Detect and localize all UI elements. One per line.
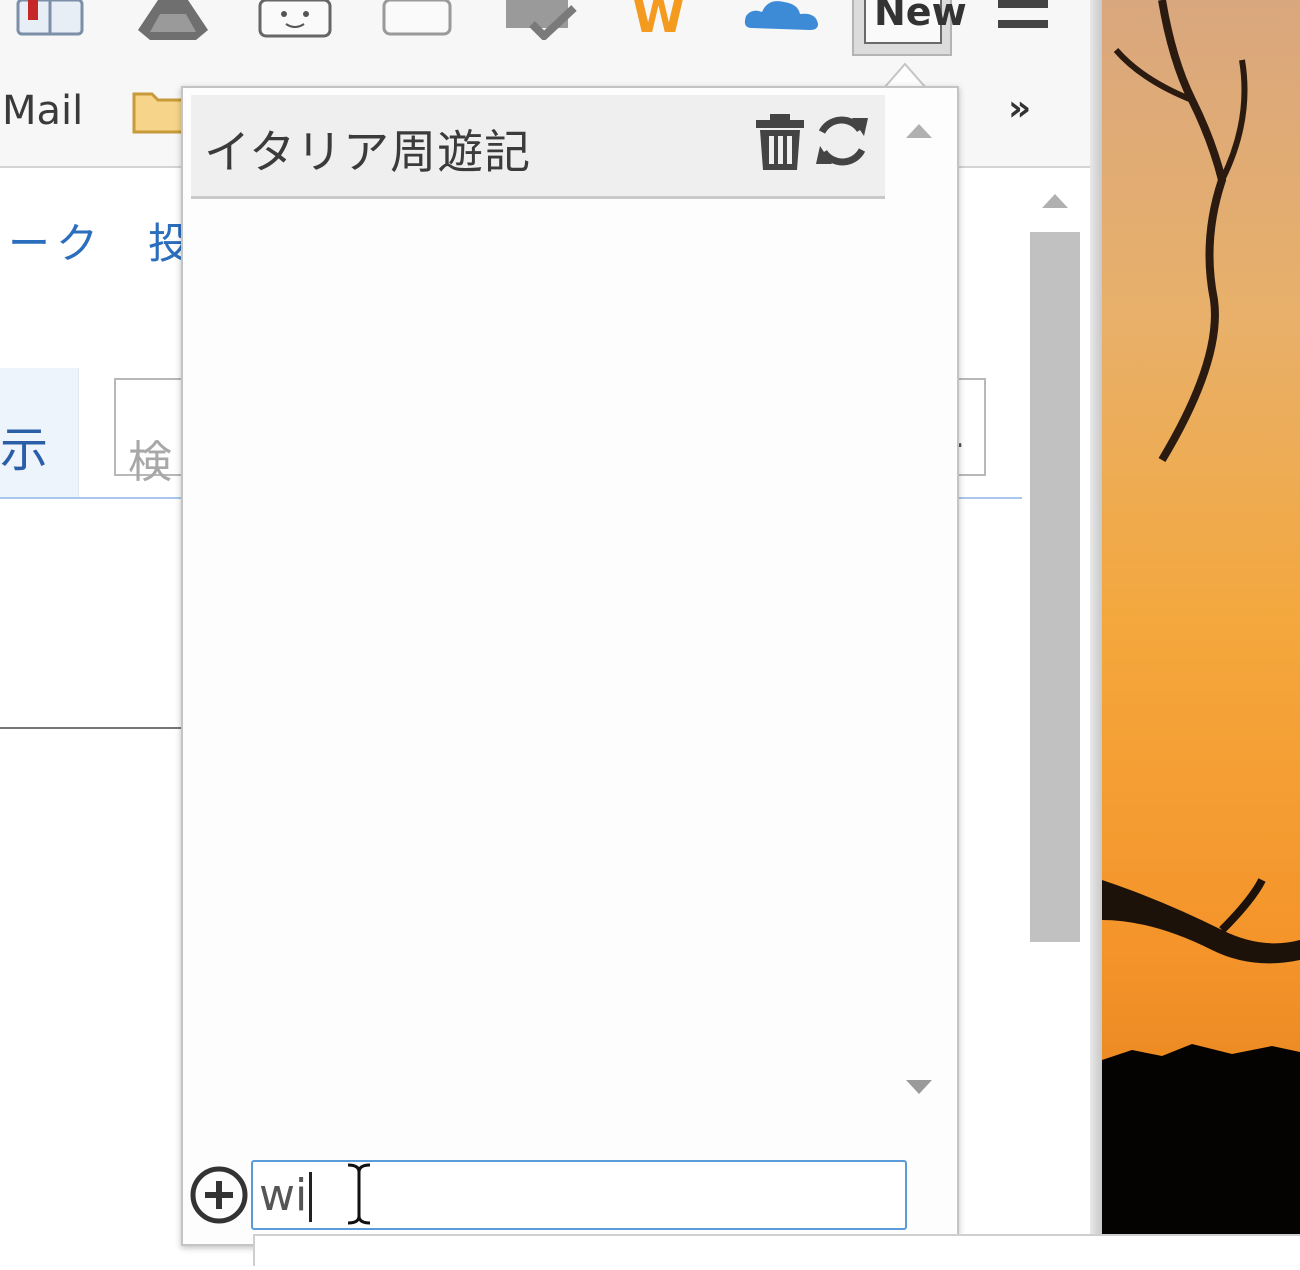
new-badge-label: New	[874, 0, 967, 34]
cloud-icon[interactable]	[742, 0, 820, 44]
bookmarks-overflow-button[interactable]: »	[1008, 88, 1031, 129]
sync-icon[interactable]	[812, 110, 872, 176]
add-note-icon[interactable]	[188, 1164, 250, 1230]
window-border	[1090, 0, 1102, 1266]
page-tab-label: 示	[0, 422, 49, 478]
blank-tab-icon[interactable]	[382, 0, 452, 44]
extension-toolbar: W New	[0, 0, 1092, 68]
popup-scroll-up-icon[interactable]	[904, 122, 934, 144]
w-app-icon[interactable]: W	[632, 0, 685, 44]
bookmark-mail[interactable]: Mail	[2, 88, 83, 134]
page-rule	[0, 727, 182, 729]
text-caret	[309, 1172, 312, 1222]
notes-popup	[181, 86, 959, 1246]
page-scrollbar-thumb[interactable]	[1030, 232, 1080, 942]
note-title[interactable]: イタリア周遊記	[204, 116, 531, 182]
menu-icon[interactable]	[998, 0, 1050, 38]
mail-check-icon[interactable]	[504, 0, 578, 44]
page-scroll-up-icon[interactable]	[1040, 192, 1070, 214]
trash-icon[interactable]	[752, 112, 808, 176]
face-app-icon[interactable]	[258, 0, 332, 44]
autocomplete-dropdown	[253, 1234, 1300, 1266]
sunset-photo	[1102, 0, 1300, 1266]
drive-icon[interactable]	[136, 0, 210, 44]
page-search-placeholder: 検	[128, 437, 172, 488]
popup-scroll-down-icon[interactable]	[904, 1078, 934, 1100]
page-nav-link[interactable]: ーク	[8, 210, 104, 271]
new-note-extension-icon[interactable]: New	[852, 0, 967, 56]
bookmark-book-icon[interactable]	[14, 0, 86, 44]
ibeam-cursor-icon	[344, 1162, 374, 1230]
